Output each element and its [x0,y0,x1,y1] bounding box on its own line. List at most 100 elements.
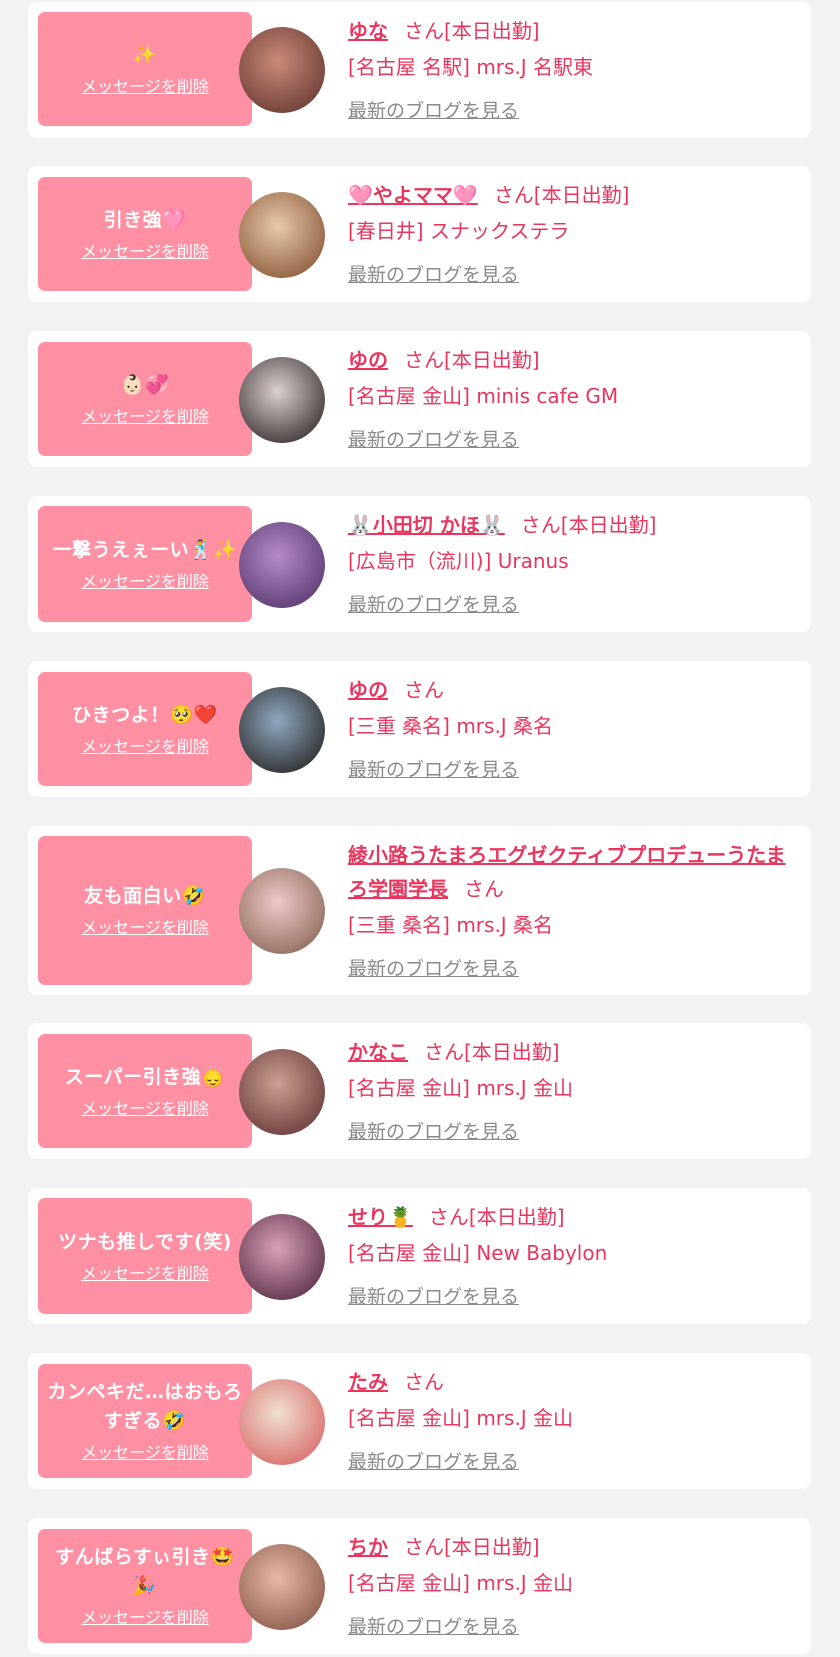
shop-location: [名古屋 名駅] mrs.J 名駅東 [348,55,594,79]
shop-location: [名古屋 金山] mrs.J 金山 [348,1406,574,1430]
delete-message-link[interactable]: メッセージを削除 [81,1098,209,1120]
message-bubble: 友も面白い🤣 メッセージを削除 [38,836,262,985]
profile-name-link[interactable]: 🩷やよママ🩷 [348,183,478,207]
profile-name-link[interactable]: ゆの [348,348,388,372]
avatar[interactable] [239,192,325,278]
view-latest-blog-link[interactable]: 最新のブログを見る [348,590,519,620]
profile-info: ゆの さん [三重 桑名] mrs.J 桑名 最新のブログを見る [348,673,797,785]
message-text: 一撃うえぇーい🕺✨ [52,538,238,561]
profile-name-link[interactable]: 🐰小田切 かほ🐰 [348,513,505,537]
profile-name-link[interactable]: かなこ [348,1040,408,1064]
delete-message-link[interactable]: メッセージを削除 [81,1442,209,1464]
message-bubble: 👶🏻💞 メッセージを削除 [38,342,262,456]
name-line: かなこ さん[本日出勤] [348,1035,797,1069]
avatar[interactable] [239,1214,325,1300]
delete-message-link[interactable]: メッセージを削除 [81,571,209,593]
shop-location: [名古屋 金山] mrs.J 金山 [348,1571,574,1595]
profile-info: ゆな さん[本日出勤] [名古屋 名駅] mrs.J 名駅東最新のブログを見る [348,14,797,126]
profile-info: たみ さん [名古屋 金山] mrs.J 金山最新のブログを見る [348,1365,797,1477]
delete-message-link[interactable]: メッセージを削除 [81,241,209,263]
shop-location: [名古屋 金山] minis cafe GM [348,384,619,408]
profile-info: 綾小路うたまろエグゼクティブプロデューうたまろ学園学長 さん [三重 桑名] mrs… [348,838,797,984]
message-text: ツナも推しです(笑) [58,1230,232,1253]
honorific-status: さん[本日出勤] [424,1040,560,1064]
name-line: たみ さん [348,1365,797,1399]
message-bubble: ツナも推しです(笑) メッセージを削除 [38,1198,262,1314]
profile-name-link[interactable]: ちか [348,1535,388,1559]
avatar[interactable] [239,27,325,113]
profile-name-link[interactable]: ゆの [348,678,388,702]
avatar[interactable] [239,357,325,443]
avatar[interactable] [239,522,325,608]
honorific-status: さん[本日出勤] [428,1205,565,1229]
shop-location: [春日井] スナックステラ [348,219,570,243]
message-card: スーパー引き強🙂‍↕️ メッセージを削除 かなこ さん[本日出勤] [名古屋 金山] m… [28,1023,811,1159]
message-text: 👶🏻💞 [120,373,170,396]
profile-name-link[interactable]: たみ [348,1370,388,1394]
view-latest-blog-link[interactable]: 最新のブログを見る [348,260,519,290]
delete-message-link[interactable]: メッセージを削除 [81,406,209,428]
avatar[interactable] [239,1544,325,1630]
delete-message-link[interactable]: メッセージを削除 [81,76,209,98]
message-text: すんばらすぃ引き🤩🎉 [55,1546,235,1597]
view-latest-blog-link[interactable]: 最新のブログを見る [348,755,519,785]
message-text: 引き強🩷 [103,208,187,231]
message-bubble: 一撃うえぇーい🕺✨ メッセージを削除 [38,506,262,622]
shop-location: [三重 桑名] mrs.J 桑名 [348,913,554,937]
name-line: 綾小路うたまろエグゼクティブプロデューうたまろ学園学長 さん [348,838,797,906]
message-card: ツナも推しです(笑) メッセージを削除 せり🍍 さん[本日出勤] [名古屋 金山] Ne… [28,1188,811,1324]
message-card: すんばらすぃ引き🤩🎉 メッセージを削除 ちか さん[本日出勤] [名古屋 金山] mrs… [28,1518,811,1654]
profile-info: ちか さん[本日出勤] [名古屋 金山] mrs.J 金山最新のブログを見る [348,1530,797,1642]
honorific-status: さん[本日出勤] [404,19,540,43]
profile-name-link[interactable]: 綾小路うたまろエグゼクティブプロデューうたまろ学園学長 [348,843,786,901]
honorific-status: さん[本日出勤] [404,1535,540,1559]
message-card: 一撃うえぇーい🕺✨ メッセージを削除 🐰小田切 かほ🐰 さん[本日出勤] [広島市（流川… [28,496,811,632]
message-text: スーパー引き強🙂‍↕️ [64,1065,226,1088]
message-bubble: ひきつよ！🥺❤️ メッセージを削除 [38,672,262,786]
view-latest-blog-link[interactable]: 最新のブログを見る [348,1282,519,1312]
view-latest-blog-link[interactable]: 最新のブログを見る [348,1117,519,1147]
message-card: カンペキだ…はおもろすぎる🤣 メッセージを削除 たみ さん [名古屋 金山] mrs.J… [28,1353,811,1489]
delete-message-link[interactable]: メッセージを削除 [81,1607,209,1629]
honorific-status: さん[本日出勤] [404,348,540,372]
avatar[interactable] [239,868,325,954]
delete-message-link[interactable]: メッセージを削除 [81,1263,209,1285]
name-line: ゆの さん[本日出勤] [348,343,797,377]
delete-message-link[interactable]: メッセージを削除 [81,917,209,939]
message-card: 引き強🩷 メッセージを削除 🩷やよママ🩷 さん[本日出勤] [春日井] スナックステラ最… [28,166,811,302]
message-text: ✨ [132,43,158,66]
avatar[interactable] [239,1049,325,1135]
shop-location: [広島市（流川)] Uranus [348,549,569,573]
honorific-status: さん [404,1370,444,1394]
view-latest-blog-link[interactable]: 最新のブログを見る [348,954,519,984]
message-bubble: 引き強🩷 メッセージを削除 [38,177,262,291]
message-card: 👶🏻💞 メッセージを削除 ゆの さん[本日出勤] [名古屋 金山] minis cafe… [28,331,811,467]
profile-info: 🐰小田切 かほ🐰 さん[本日出勤] [広島市（流川)] Uranus 最新のブログを見… [348,508,797,620]
shop-location: [名古屋 金山] mrs.J 金山 [348,1076,574,1100]
avatar[interactable] [239,1379,325,1465]
profile-info: ゆの さん[本日出勤] [名古屋 金山] minis cafe GM 最新のブログを見… [348,343,797,455]
message-text: ひきつよ！🥺❤️ [72,703,218,726]
honorific-status: さん[本日出勤] [493,183,630,207]
honorific-status: さん [464,877,504,901]
name-line: せり🍍 さん[本日出勤] [348,1200,797,1234]
profile-info: 🩷やよママ🩷 さん[本日出勤] [春日井] スナックステラ最新のブログを見る [348,178,797,290]
message-text: カンペキだ…はおもろすぎる🤣 [47,1381,243,1432]
avatar[interactable] [239,687,325,773]
view-latest-blog-link[interactable]: 最新のブログを見る [348,425,519,455]
honorific-status: さん [404,678,444,702]
message-card: ✨ メッセージを削除 ゆな さん[本日出勤] [名古屋 名駅] mrs.J 名駅東最新の… [28,2,811,138]
message-card: 友も面白い🤣 メッセージを削除 綾小路うたまろエグゼクティブプロデューうたまろ学園学… [28,826,811,995]
profile-info: せり🍍 さん[本日出勤] [名古屋 金山] New Babylon 最新のブログを見る [348,1200,797,1312]
message-card: ひきつよ！🥺❤️ メッセージを削除 ゆの さん [三重 桑名] mrs.J 桑名 最新のブ… [28,661,811,797]
profile-info: かなこ さん[本日出勤] [名古屋 金山] mrs.J 金山最新のブログを見る [348,1035,797,1147]
name-line: ゆな さん[本日出勤] [348,14,797,48]
shop-location: [名古屋 金山] New Babylon [348,1241,608,1265]
profile-name-link[interactable]: せり🍍 [348,1205,413,1229]
profile-name-link[interactable]: ゆな [348,19,388,43]
view-latest-blog-link[interactable]: 最新のブログを見る [348,96,519,126]
delete-message-link[interactable]: メッセージを削除 [81,736,209,758]
view-latest-blog-link[interactable]: 最新のブログを見る [348,1447,519,1477]
message-bubble: ✨ メッセージを削除 [38,12,262,126]
view-latest-blog-link[interactable]: 最新のブログを見る [348,1612,519,1642]
